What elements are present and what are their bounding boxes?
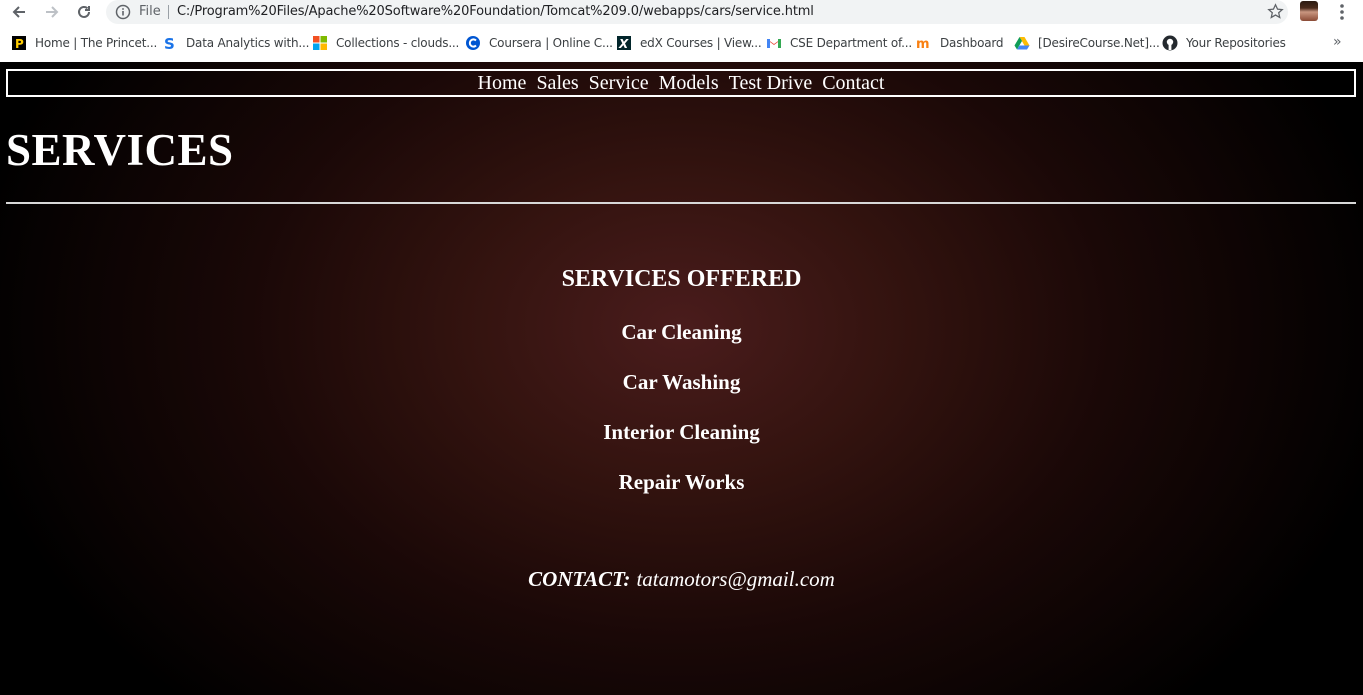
forward-arrow-icon — [46, 6, 59, 18]
contact-email[interactable]: tatamotors@gmail.com — [636, 567, 834, 591]
svg-text:m: m — [916, 37, 929, 51]
nav-test-drive[interactable]: Test Drive — [729, 71, 813, 95]
service-item-interior-cleaning: Interior Cleaning — [603, 420, 760, 444]
services-heading: SERVICES OFFERED — [561, 266, 802, 292]
contact-line: CONTACT: tatamotors@gmail.com — [0, 567, 1363, 592]
bookmark-label: edX Courses | View... — [640, 36, 762, 50]
microsoft-icon — [312, 35, 328, 51]
bookmark-cse-department[interactable]: CSE Department of... — [766, 34, 912, 52]
service-item-car-washing: Car Washing — [622, 370, 741, 394]
bookmark-label: Coursera | Online C... — [489, 36, 613, 50]
reload-icon — [78, 5, 90, 18]
reload-button[interactable] — [73, 2, 95, 22]
bookmark-collections[interactable]: Collections - clouds... — [312, 34, 459, 52]
s-logo-icon: S — [162, 35, 178, 51]
nav-sales[interactable]: Sales — [536, 71, 578, 95]
svg-text:P: P — [15, 37, 24, 51]
title-divider — [6, 202, 1356, 204]
bookmark-label: Home | The Princet... — [35, 36, 158, 50]
bookmark-data-analytics[interactable]: S Data Analytics with... — [162, 34, 309, 52]
google-drive-icon — [1014, 35, 1030, 51]
bookmark-dashboard[interactable]: m Dashboard — [916, 34, 1004, 52]
page-title: SERVICES — [6, 125, 234, 175]
address-separator — [168, 5, 169, 19]
github-icon — [1162, 35, 1178, 51]
coursera-icon — [465, 35, 481, 51]
svg-text:X: X — [618, 37, 629, 51]
bookmark-princeton[interactable]: P Home | The Princet... — [11, 34, 157, 52]
princeton-icon: P — [11, 35, 27, 51]
contact-label: CONTACT: — [528, 567, 631, 591]
edx-icon: X — [616, 35, 632, 51]
bookmark-coursera[interactable]: Coursera | Online C... — [465, 34, 613, 52]
url-text[interactable]: C:/Program%20Files/Apache%20Software%20F… — [177, 4, 814, 19]
nav-service[interactable]: Service — [589, 71, 649, 95]
nav-contact[interactable]: Contact — [822, 71, 884, 95]
bookmarks-bar: P Home | The Princet... S Data Analytics… — [0, 25, 1363, 62]
profile-avatar[interactable] — [1300, 1, 1318, 21]
bookmark-star-icon[interactable] — [1267, 3, 1284, 20]
forward-button[interactable] — [41, 2, 63, 22]
menu-dots-icon[interactable] — [1334, 2, 1350, 22]
bookmark-edx[interactable]: X edX Courses | View... — [616, 34, 762, 52]
browser-toolbar: File C:/Program%20Files/Apache%20Softwar… — [0, 0, 1363, 25]
service-item-repair-works: Repair Works — [618, 470, 745, 494]
back-button[interactable] — [8, 2, 30, 22]
bookmark-label: [DesireCourse.Net]... — [1038, 36, 1160, 50]
nav-models[interactable]: Models — [659, 71, 719, 95]
bookmarks-overflow-button[interactable]: » — [1333, 34, 1342, 50]
bookmark-label: Collections - clouds... — [336, 36, 460, 50]
services-section: SERVICES OFFERED Car Cleaning Car Washin… — [0, 264, 1363, 507]
bookmark-desirecourse[interactable]: [DesireCourse.Net]... — [1014, 34, 1160, 52]
bookmark-label: CSE Department of... — [790, 36, 912, 50]
bookmark-label: Dashboard — [940, 36, 1004, 50]
file-scheme-label: File — [139, 4, 161, 19]
nav-home[interactable]: Home — [478, 71, 527, 95]
bookmark-label: Your Repositories — [1186, 36, 1286, 50]
page-content: Home Sales Service Models Test Drive Contact … — [0, 62, 1363, 695]
svg-text:S: S — [164, 35, 175, 51]
bookmark-label: Data Analytics with... — [186, 36, 310, 50]
info-icon[interactable] — [115, 4, 131, 20]
address-bar[interactable]: File C:/Program%20Files/Apache%20Softwar… — [106, 0, 1288, 24]
back-arrow-icon — [12, 6, 25, 18]
bookmark-github[interactable]: Your Repositories — [1162, 34, 1286, 52]
moodle-icon: m — [916, 35, 932, 51]
gmail-icon — [766, 35, 782, 51]
site-nav: Home Sales Service Models Test Drive Contact — [6, 69, 1356, 97]
service-item-car-cleaning: Car Cleaning — [621, 320, 742, 344]
